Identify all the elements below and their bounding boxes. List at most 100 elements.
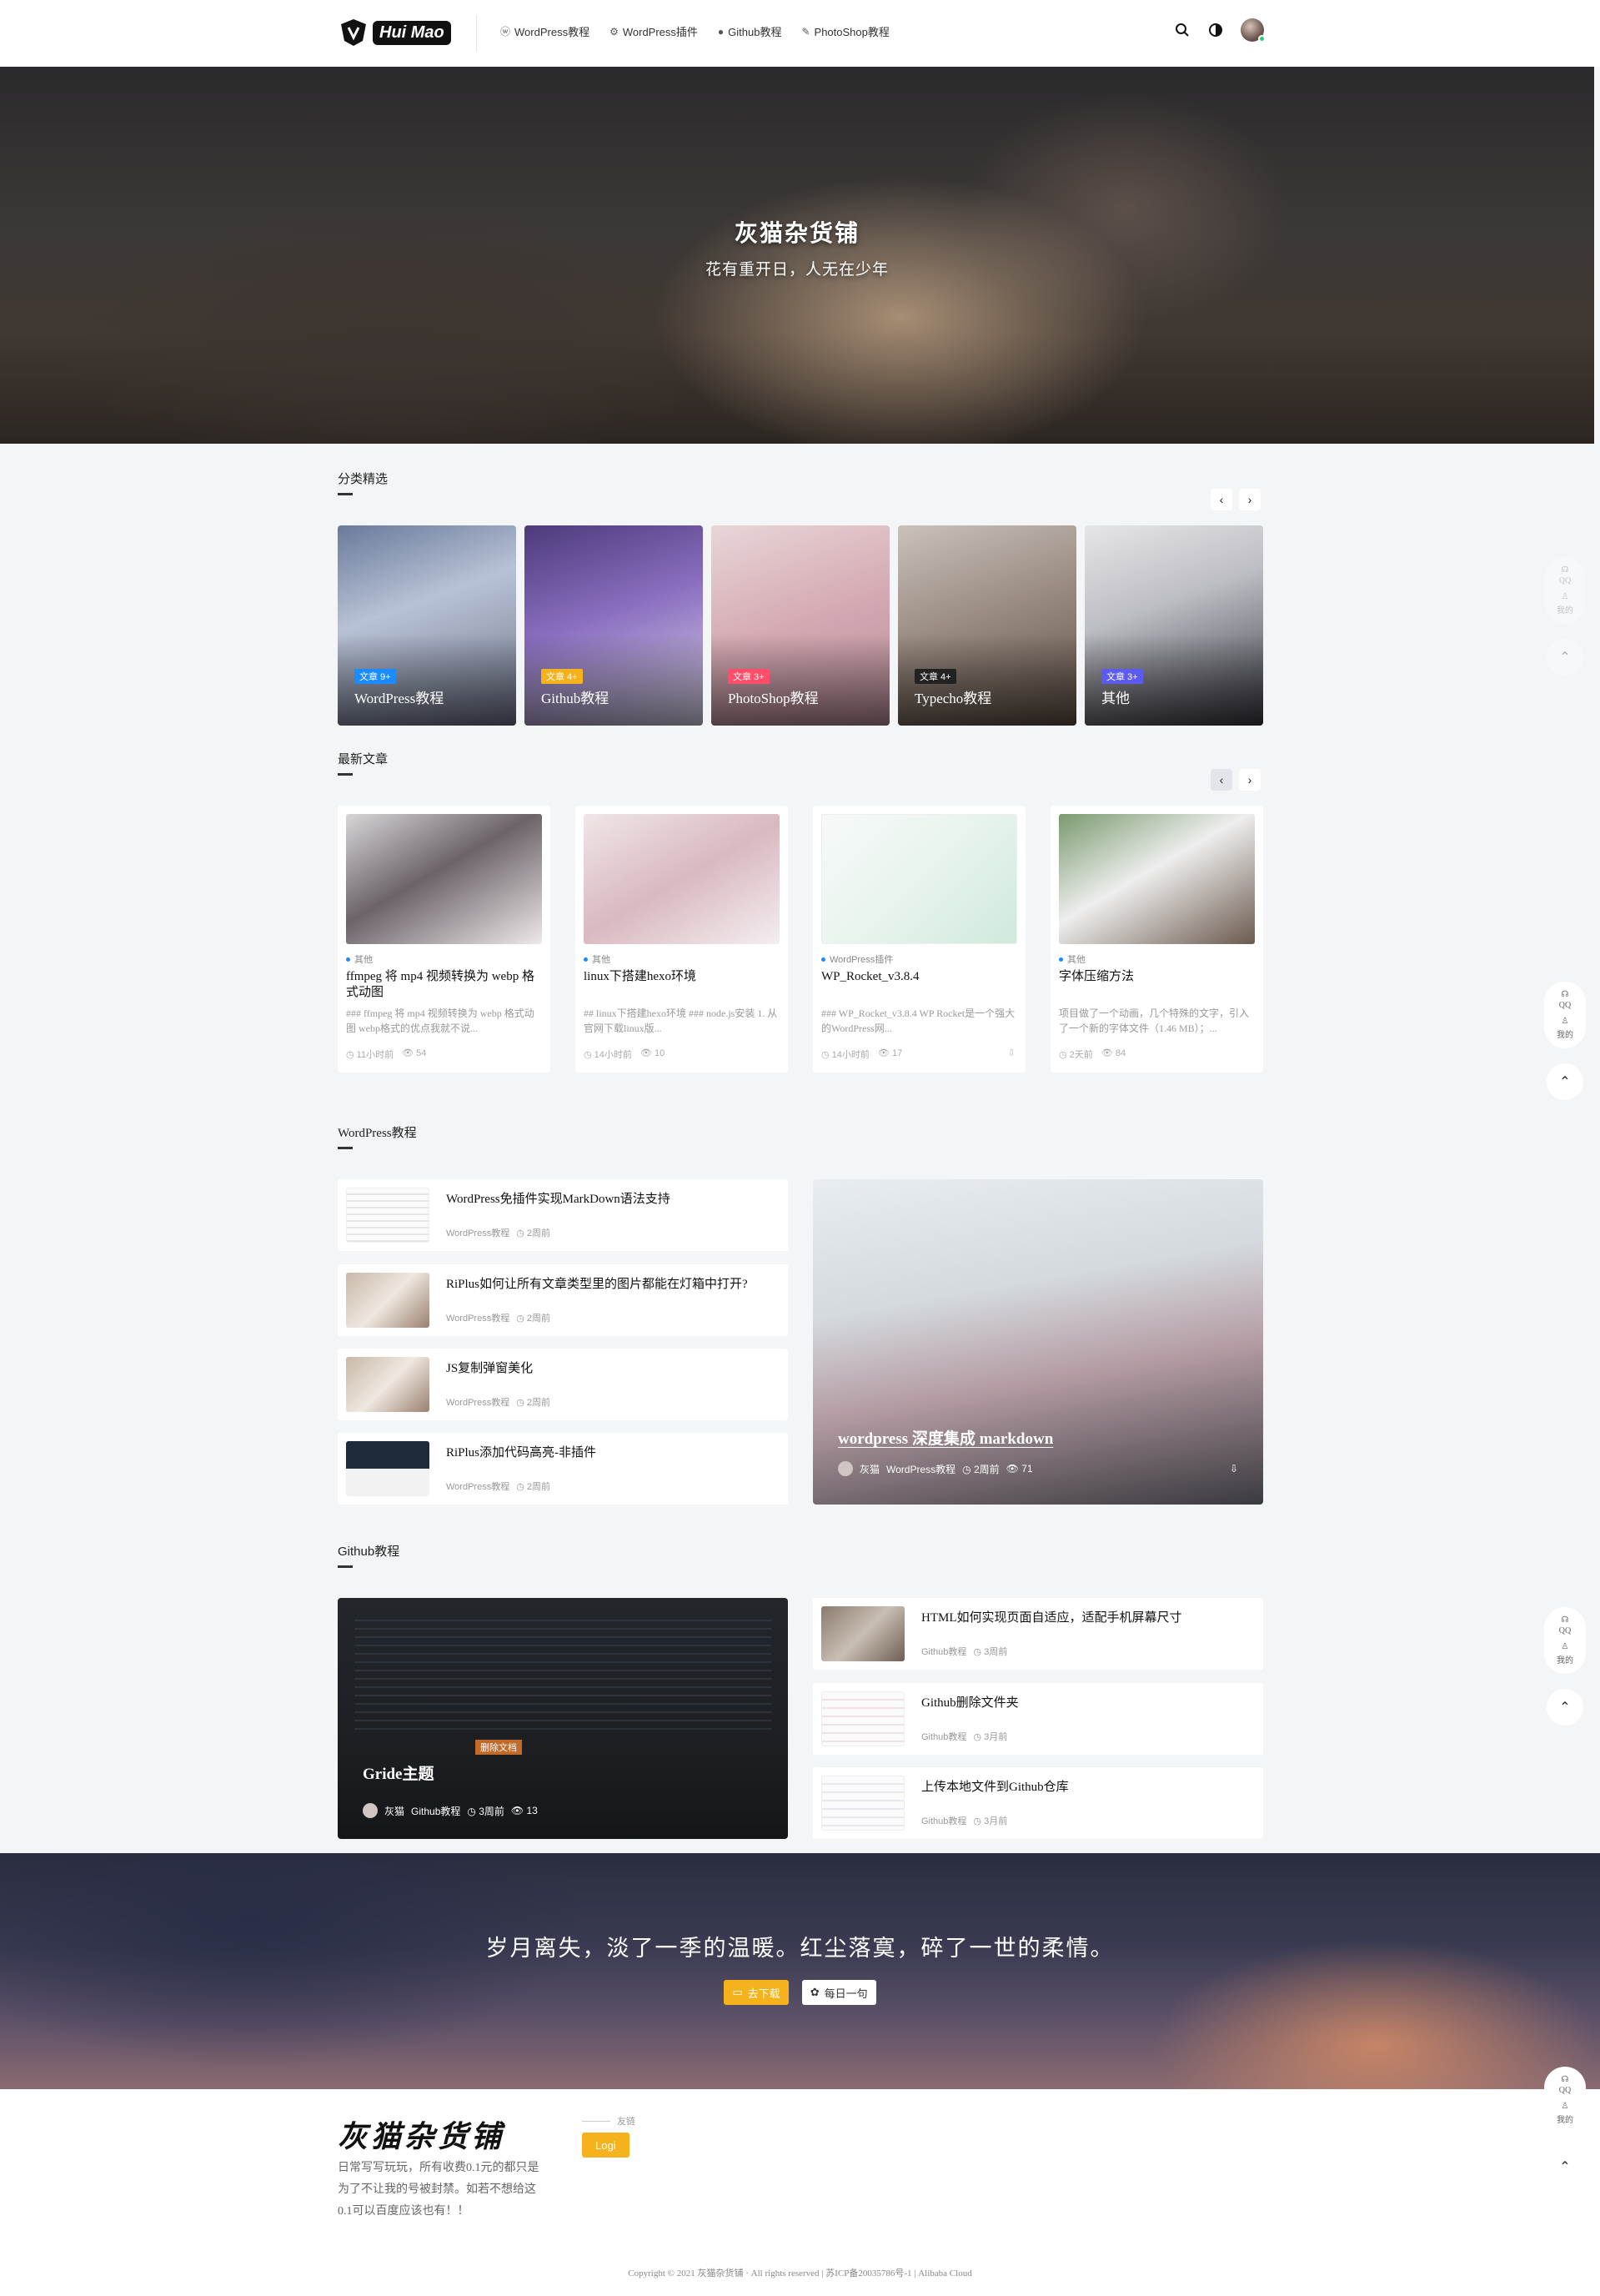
mine-button[interactable]: ♙ 我的 [1557,1642,1573,1665]
list-category[interactable]: Github教程 [921,1730,966,1743]
side-toolbar: ☊ QQ ♙ 我的 ⌃ [1544,982,1586,1100]
featured-author[interactable]: 灰猫 [860,1462,880,1476]
footer-logo[interactable]: 灰猫杂货铺 [338,2113,504,2156]
daily-quote-button[interactable]: ✿ 每日一句 [801,1980,876,2005]
friend-link-button[interactable]: Logi [582,2133,629,2158]
list-thumbnail[interactable] [346,1441,429,1496]
download-button[interactable]: ▭ 去下载 [724,1980,789,2005]
mine-button[interactable]: ♙ 我的 [1557,2102,1573,2125]
user-icon: ♙ [1561,2102,1569,2111]
author-avatar[interactable] [838,1461,853,1476]
list-category[interactable]: WordPress教程 [446,1395,509,1409]
online-status-dot [1258,35,1266,43]
post-category[interactable]: 其他 [346,952,373,966]
mine-label: 我的 [1557,1031,1573,1040]
prev-arrow-button[interactable]: ‹ [1211,769,1232,791]
post-title[interactable]: linux下搭建hexo环境 [584,969,780,985]
mine-button[interactable]: ♙ 我的 [1557,1017,1573,1040]
category-dot [821,957,825,962]
list-thumbnail[interactable] [346,1357,429,1412]
back-to-top-button[interactable]: ⌃ [1547,639,1583,676]
list-item[interactable]: RiPlus如何让所有文章类型里的图片都能在灯箱中打开? WordPress教程… [338,1264,788,1336]
post-thumbnail[interactable] [584,814,780,944]
featured-post[interactable]: wordpress 深度集成 markdown 灰猫 WordPress教程 ◷… [813,1179,1263,1505]
post-title[interactable]: ffmpeg 将 mp4 视频转换为 webp 格式动图 [346,969,542,1001]
list-item[interactable]: RiPlus添加代码高亮-非插件 WordPress教程 ◷ 2周前 [338,1433,788,1505]
featured-title[interactable]: wordpress 深度集成 markdown [838,1426,1053,1449]
list-thumbnail[interactable] [821,1691,905,1746]
nav-item-wordpress-tutorial[interactable]: ⓦ WordPress教程 [500,23,589,39]
post-views: 54 [416,1048,427,1058]
back-to-top-button[interactable]: ⌃ [1547,2148,1583,2185]
featured-category[interactable]: Github教程 [411,1804,460,1818]
featured-post[interactable]: 删除文档 Gride主题 灰猫 Github教程 ◷ 3周前 👁 13 [338,1598,788,1839]
category-card[interactable]: 文章 9+ WordPress教程 [338,525,516,726]
list-item[interactable]: HTML如何实现页面自适应，适配手机屏幕尺寸 Github教程 ◷ 3周前 [813,1598,1263,1670]
list-title[interactable]: RiPlus如何让所有文章类型里的图片都能在灯箱中打开? [446,1274,778,1292]
list-category[interactable]: WordPress教程 [446,1480,509,1493]
post-category[interactable]: WordPress插件 [821,952,893,966]
category-count-badge: 文章 4+ [541,669,583,684]
list-category[interactable]: Github教程 [921,1814,966,1827]
qq-button[interactable]: ☊ QQ [1559,565,1571,585]
theme-toggle-icon[interactable] [1207,22,1224,38]
list-category[interactable]: WordPress教程 [446,1311,509,1324]
next-arrow-button[interactable]: › [1239,769,1261,791]
post-category[interactable]: 其他 [1059,952,1086,966]
list-item[interactable]: Github删除文件夹 Github教程 ◷ 3月前 [813,1683,1263,1755]
author-avatar[interactable] [363,1803,378,1818]
list-category[interactable]: WordPress教程 [446,1226,509,1239]
next-arrow-button[interactable]: › [1239,489,1261,510]
nav-item-wordpress-plugin[interactable]: ⚙ WordPress插件 [609,23,698,39]
featured-title[interactable]: Gride主题 [363,1761,434,1784]
list-item[interactable]: JS复制弹窗美化 WordPress教程 ◷ 2周前 [338,1349,788,1420]
download-icon[interactable]: ⇩ [1008,1048,1016,1058]
prev-arrow-button[interactable]: ‹ [1211,489,1232,510]
list-thumbnail[interactable] [346,1273,429,1328]
chevron-up-icon: ⌃ [1559,1701,1571,1715]
post-category[interactable]: 其他 [584,952,610,966]
list-thumbnail[interactable] [821,1606,905,1661]
list-item[interactable]: WordPress免插件实现MarkDown语法支持 WordPress教程 ◷ … [338,1179,788,1251]
list-category[interactable]: Github教程 [921,1645,966,1658]
list-item[interactable]: 上传本地文件到Github仓库 Github教程 ◷ 3月前 [813,1767,1263,1839]
nav-item-github-tutorial[interactable]: ● Github教程 [718,23,782,39]
category-card[interactable]: 文章 4+ Github教程 [524,525,703,726]
list-title[interactable]: Github删除文件夹 [921,1693,1253,1711]
search-icon[interactable] [1174,22,1191,38]
post-thumbnail[interactable] [821,814,1017,944]
post-card[interactable]: 其他 字体压缩方法 项目做了一个动画，几个特殊的文字，引入了一个新的字体文件（1… [1051,806,1263,1073]
list-thumbnail[interactable] [346,1188,429,1243]
post-card[interactable]: WordPress插件 WP_Rocket_v3.8.4 ### WP_Rock… [813,806,1026,1073]
site-logo[interactable]: Hui Mao [338,18,451,48]
qq-button[interactable]: ☊ QQ [1559,1615,1571,1635]
nav-item-photoshop-tutorial[interactable]: ✎ PhotoShop教程 [801,23,889,39]
list-title[interactable]: JS复制弹窗美化 [446,1359,778,1376]
mine-button[interactable]: ♙ 我的 [1557,592,1573,615]
list-title[interactable]: 上传本地文件到Github仓库 [921,1777,1253,1795]
post-card[interactable]: 其他 ffmpeg 将 mp4 视频转换为 webp 格式动图 ### ffmp… [338,806,550,1073]
post-card[interactable]: 其他 linux下搭建hexo环境 ## linux下搭建hexo环境 ### … [575,806,788,1073]
list-title[interactable]: RiPlus添加代码高亮-非插件 [446,1443,778,1460]
post-title[interactable]: WP_Rocket_v3.8.4 [821,969,1017,985]
list-title[interactable]: HTML如何实现页面自适应，适配手机屏幕尺寸 [921,1608,1253,1625]
category-count-badge: 文章 4+ [915,669,956,684]
category-card[interactable]: 文章 4+ Typecho教程 [898,525,1076,726]
qq-button[interactable]: ☊ QQ [1559,2075,1571,2095]
post-title[interactable]: 字体压缩方法 [1059,969,1255,985]
back-to-top-button[interactable]: ⌃ [1547,1689,1583,1726]
featured-author[interactable]: 灰猫 [384,1804,404,1818]
post-thumbnail[interactable] [346,814,542,944]
featured-category[interactable]: WordPress教程 [886,1462,955,1476]
list-title[interactable]: WordPress免插件实现MarkDown语法支持 [446,1189,778,1207]
post-thumbnail[interactable] [1059,814,1255,944]
qq-button[interactable]: ☊ QQ [1559,990,1571,1010]
qq-label: QQ [1558,2086,1572,2095]
nav-label: WordPress插件 [622,26,698,38]
user-avatar[interactable] [1241,18,1266,43]
back-to-top-button[interactable]: ⌃ [1547,1063,1583,1100]
category-card[interactable]: 文章 3+ PhotoShop教程 [711,525,890,726]
download-icon[interactable]: ⇩ [1230,1463,1238,1475]
list-thumbnail[interactable] [821,1776,905,1831]
category-card[interactable]: 文章 3+ 其他 [1085,525,1263,726]
